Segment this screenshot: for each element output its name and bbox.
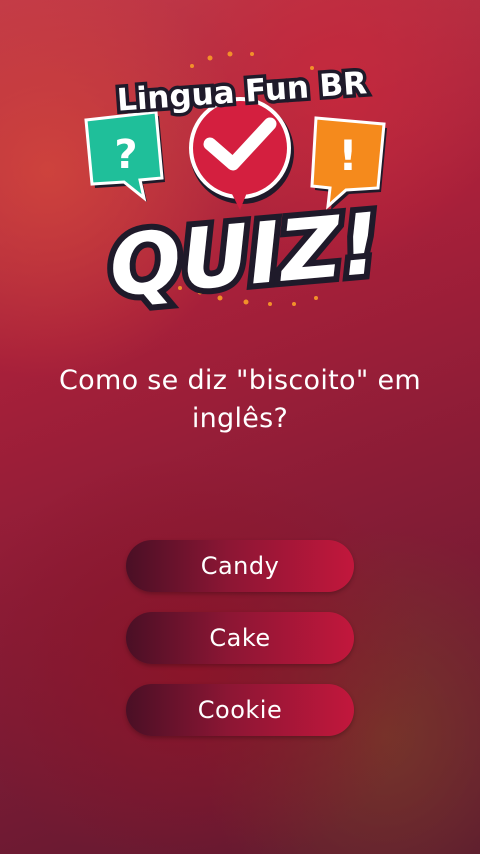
question-line-2: inglês? (191, 403, 289, 434)
answer-button-cake[interactable]: Cake (126, 612, 354, 664)
answer-button-cookie[interactable]: Cookie (126, 684, 354, 736)
quiz-logo: ? ! Lingua Fun BR QUIZ! (80, 40, 400, 320)
question-line-1: Como se diz "biscoito" em (59, 365, 421, 396)
question-bubble-icon: ? (84, 110, 165, 202)
answer-options: Candy Cake Cookie (126, 540, 354, 756)
answer-button-candy[interactable]: Candy (126, 540, 354, 592)
svg-text:!: ! (338, 131, 357, 180)
svg-text:?: ? (114, 132, 137, 178)
checkmark-bubble-icon (189, 97, 294, 210)
question-text: Como se diz "biscoito" em inglês? (30, 362, 450, 438)
quiz-logo-graphic: ? ! Lingua Fun BR QUIZ! (84, 51, 389, 320)
quiz-title: QUIZ! (106, 194, 384, 315)
